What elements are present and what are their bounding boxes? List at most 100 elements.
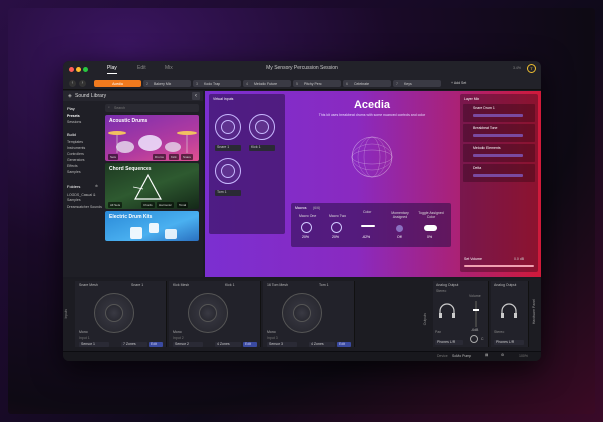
pan-knob[interactable]: [470, 335, 478, 343]
nav-effects[interactable]: Effects: [67, 164, 78, 169]
kick-mesh-pad[interactable]: [188, 293, 228, 333]
folder-item[interactable]: Dreamcatcher Sounds: [67, 205, 103, 210]
input-assign[interactable]: Tom 1: [319, 283, 329, 288]
set-tab-7[interactable]: 7 Keys: [393, 80, 441, 87]
color-slider[interactable]: [361, 225, 375, 227]
nav-templates[interactable]: Templates: [67, 140, 83, 145]
snare-select[interactable]: Snare 1: [215, 145, 241, 151]
output-stereo: Stereo: [436, 289, 447, 293]
edit-button[interactable]: Edit: [337, 342, 351, 347]
tab-edit[interactable]: Edit: [137, 66, 146, 71]
nav-instruments[interactable]: Instruments: [67, 146, 85, 151]
macro-two-knob[interactable]: [331, 222, 342, 233]
layer-volume-bar[interactable]: [473, 114, 523, 117]
back-icon[interactable]: ‹: [69, 80, 76, 87]
sensor-select[interactable]: Sensor 3: [267, 342, 297, 347]
macro-label: Macro Two: [329, 214, 347, 218]
preset-tile-electric-drum-kits[interactable]: Electric Drum Kits: [105, 211, 199, 241]
kick-select[interactable]: Kick 1: [249, 145, 275, 151]
layer-row[interactable]: Delta: [463, 164, 535, 182]
hardware-panel-label[interactable]: Hardware Panel: [532, 299, 537, 324]
macro-label: Momentary Assigned: [391, 211, 409, 220]
set-tab-5[interactable]: 5 Pitchy Perc: [293, 80, 341, 87]
sidebar-title: Sound Library: [75, 93, 107, 99]
preset-tile-acoustic-drums[interactable]: Acoustic Drums Sets Drums Kick Snare: [105, 115, 199, 161]
zones-select[interactable]: 4 Zones: [215, 342, 241, 347]
layer-volume-bar[interactable]: [473, 174, 523, 177]
folder-item[interactable]: LOGDS_Casual & Samples: [67, 193, 103, 202]
tom-mesh-pad[interactable]: [282, 293, 322, 333]
tile-title: Chord Sequences: [109, 166, 152, 172]
set-tab-4[interactable]: 4 Melodic Future: [243, 80, 291, 87]
search-input[interactable]: ⌕ Search: [105, 104, 199, 112]
pan-value: C: [481, 337, 484, 341]
set-tab-1[interactable]: Acedia: [94, 80, 141, 87]
nav-presets[interactable]: Presets: [67, 114, 80, 119]
preset-description: This kit uses breakbeat drums with some …: [318, 113, 426, 117]
tab-play[interactable]: Play: [107, 66, 117, 74]
macro-value: -62%: [362, 235, 371, 239]
layer-name: Delta: [473, 166, 482, 170]
layer-row[interactable]: Melodic Elements: [463, 144, 535, 162]
layer-mix-title: Layer Mix: [464, 97, 480, 101]
nav-controllers[interactable]: Controllers: [67, 152, 84, 157]
minimize-window-button[interactable]: [76, 67, 81, 72]
macro-label: Color: [363, 210, 372, 214]
electric-kit-image: [130, 223, 177, 239]
input-assign[interactable]: Kick 1: [225, 283, 235, 288]
set-tab-6[interactable]: 6 Celebrate: [343, 80, 391, 87]
maximize-window-button[interactable]: [83, 67, 88, 72]
set-tab-2[interactable]: 2 Bakery Mix: [143, 80, 191, 87]
tile-tag: Harmonic: [157, 202, 174, 208]
layer-volume-bar[interactable]: [473, 134, 523, 137]
analog-output-b: Analog Output Stereo Phones L/R: [491, 281, 529, 347]
gear-icon[interactable]: ⚙: [501, 353, 504, 358]
headphones-icon: [439, 303, 455, 318]
sensor-select[interactable]: Sensor 1: [79, 342, 109, 347]
status-bar: Device SoMo Pump ▤ ⚙ 100%: [63, 351, 541, 361]
input-assign[interactable]: Snare 1: [131, 283, 143, 288]
add-set-button[interactable]: + Add Set: [451, 81, 466, 86]
tile-tag: All Sets: [108, 202, 123, 208]
snare-mesh-pad[interactable]: [94, 293, 134, 333]
toggle-switch[interactable]: [424, 225, 437, 231]
section-build: Build: [67, 132, 76, 137]
close-window-button[interactable]: [69, 67, 74, 72]
nav-sessions[interactable]: Sessions: [67, 120, 81, 125]
add-folder-icon[interactable]: ⊕: [95, 184, 98, 189]
zones-select[interactable]: 4 Zones: [309, 342, 335, 347]
layer-name: Snare Drum 1: [473, 106, 495, 110]
zones-select[interactable]: 7 Zones: [121, 342, 147, 347]
kick-pad[interactable]: [249, 114, 275, 140]
forward-icon[interactable]: ›: [79, 80, 86, 87]
edit-button[interactable]: Edit: [243, 342, 257, 347]
sensor-select[interactable]: Sensor 2: [173, 342, 203, 347]
macro-one-knob[interactable]: [301, 222, 312, 233]
output-source-select[interactable]: Phones L/R: [435, 340, 463, 345]
set-volume-slider[interactable]: [464, 265, 534, 267]
nav-generators[interactable]: Generators: [67, 158, 85, 163]
tab-mix[interactable]: Mix: [165, 66, 173, 71]
layer-row[interactable]: Snare Drum 1: [463, 104, 535, 122]
preset-header: Acedia This kit uses breakbeat drums wit…: [292, 99, 452, 119]
layer-row[interactable]: Breakbeat Tone: [463, 124, 535, 142]
edit-button[interactable]: Edit: [149, 342, 163, 347]
preset-tile-chord-sequences[interactable]: Chord Sequences All Sets Chords Harmonic…: [105, 163, 199, 209]
momentary-button[interactable]: [396, 225, 403, 232]
macros-count: (6/6): [313, 206, 321, 210]
volume-fader[interactable]: [473, 301, 479, 327]
user-avatar[interactable]: T: [527, 64, 536, 73]
device-name[interactable]: SoMo Pump: [452, 354, 471, 359]
cpu-meter: 3.4%: [513, 66, 521, 70]
tom-select[interactable]: Tom 1: [215, 190, 241, 196]
output-source-select[interactable]: Phones L/R: [494, 340, 524, 345]
tom-pad[interactable]: [215, 158, 241, 184]
input-mono: Mono: [79, 330, 88, 334]
collapse-sidebar-icon[interactable]: ‹: [192, 92, 200, 100]
layout-icon[interactable]: ▤: [485, 353, 488, 358]
macros-panel: Macros (6/6) Macro One 20% Macro Two 20%…: [291, 203, 451, 247]
layer-volume-bar[interactable]: [473, 154, 523, 157]
snare-pad[interactable]: [215, 114, 241, 140]
nav-samples[interactable]: Samples: [67, 170, 81, 175]
set-tab-3[interactable]: 3 Kodo Trap: [193, 80, 241, 87]
